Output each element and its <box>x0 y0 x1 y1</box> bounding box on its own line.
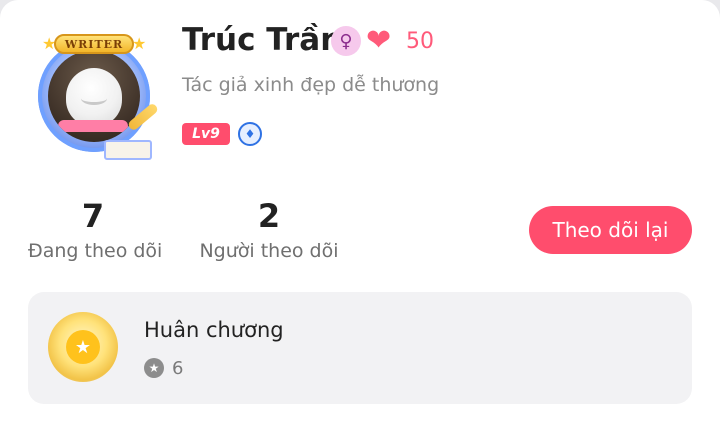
avatar-character <box>66 68 122 126</box>
hearts-icon: ❤ <box>366 23 392 58</box>
avatar[interactable]: ★ ★ WRITER <box>28 28 160 168</box>
heart-count: 50 <box>406 29 434 54</box>
profile-card: ★ ★ WRITER Trúc Trần ♀ ❤ 50 Tác giả xinh… <box>0 0 720 425</box>
medal-count-icon: ★ <box>144 358 164 378</box>
female-symbol-icon: ♀ <box>331 26 361 56</box>
medal-count: 6 <box>172 358 184 379</box>
profile-name: Trúc Trần <box>182 22 343 58</box>
shield-badge-icon[interactable]: ♦ <box>238 122 262 146</box>
following-label: Đang theo dõi <box>28 240 163 262</box>
stat-following[interactable]: 7 Đang theo dõi <box>28 196 163 262</box>
profile-bio: Tác giả xinh đẹp dễ thương <box>182 74 440 96</box>
book-icon <box>104 140 152 160</box>
followers-count: 2 <box>257 197 281 235</box>
following-count: 7 <box>81 197 105 235</box>
level-badge[interactable]: Lv9 <box>182 123 230 145</box>
medal-star-icon: ★ <box>66 330 100 364</box>
follow-back-button[interactable]: Theo dõi lại <box>529 206 692 254</box>
star-icon: ★ <box>132 34 147 53</box>
dumbbell-icon <box>58 120 128 132</box>
avatar-photo <box>48 50 140 142</box>
writer-banner: WRITER <box>54 34 134 54</box>
medal-icon: ★ <box>48 312 118 382</box>
stat-followers[interactable]: 2 Người theo dõi <box>199 196 339 262</box>
followers-label: Người theo dõi <box>199 240 339 262</box>
medal-title: Huân chương <box>144 318 284 342</box>
medal-card[interactable]: ★ Huân chương ★ 6 <box>28 292 692 404</box>
